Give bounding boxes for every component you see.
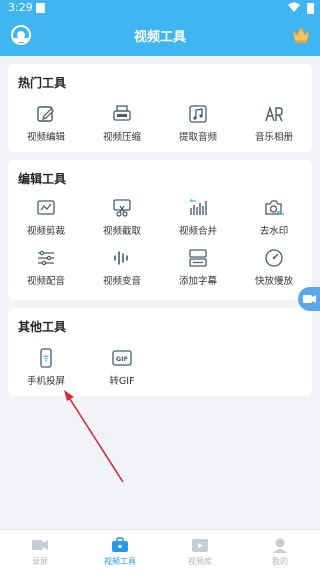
subtitle-icon <box>189 249 207 267</box>
tool-add-subtitle[interactable]: 添加字幕 <box>160 248 236 298</box>
crop-icon <box>37 200 55 215</box>
crown-icon[interactable] <box>290 24 312 46</box>
tab-video-library[interactable]: 视频库 <box>160 530 240 570</box>
battery-icon <box>307 3 314 14</box>
status-time: 3:29 <box>8 1 33 14</box>
tool-label: 视频剪裁 <box>26 226 65 237</box>
tool-video-dubbing[interactable]: 视频配音 <box>8 248 84 298</box>
tool-screen-cast[interactable]: 手机投屏 <box>8 348 84 398</box>
status-bar: 3:29 <box>0 0 320 16</box>
tool-label: 转GIF <box>109 376 135 387</box>
tool-convert-gif[interactable]: GIF 转GIF <box>84 348 160 398</box>
tool-video-compress[interactable]: 视频压缩 <box>84 104 160 154</box>
tool-label: 视频变音 <box>102 276 141 287</box>
tab-label: 录屏 <box>32 557 48 566</box>
scissors-icon <box>113 199 131 217</box>
tool-label: 视频压缩 <box>102 132 141 143</box>
tool-video-edit[interactable]: 视频编辑 <box>8 104 84 154</box>
remove-watermark-icon <box>265 200 284 215</box>
wifi-icon <box>288 2 300 12</box>
other-tools-card: 其他工具 手机投屏 GIF 转GIF <box>8 308 312 396</box>
toolbox-icon <box>112 537 128 552</box>
tool-label: 视频合并 <box>178 226 217 237</box>
merge-icon <box>189 199 207 215</box>
bottom-tab-bar: 录屏 视频工具 视频库 我的 <box>0 529 320 570</box>
hot-tools-card: 热门工具 视频编辑 视频压缩 提取音频 音乐相册 <box>8 64 312 152</box>
tool-video-trim[interactable]: 视频截取 <box>84 198 160 248</box>
tool-label: 快放慢放 <box>254 276 293 287</box>
tab-label: 我的 <box>272 557 288 566</box>
tab-video-tools[interactable]: 视频工具 <box>80 530 160 570</box>
tab-label: 视频库 <box>188 557 212 566</box>
tool-remove-watermark[interactable]: 去水印 <box>236 198 312 248</box>
tool-extract-audio[interactable]: 提取音频 <box>160 104 236 154</box>
gif-badge: GIF <box>116 355 128 363</box>
tool-label: 提取音频 <box>178 132 217 143</box>
extract-audio-icon <box>189 105 207 123</box>
section-title-other: 其他工具 <box>18 320 67 334</box>
floating-record-button[interactable] <box>298 287 320 311</box>
tool-label: 手机投屏 <box>26 376 65 387</box>
tool-label: 视频配音 <box>26 276 65 287</box>
page-title: 视频工具 <box>133 30 186 45</box>
tool-label: 去水印 <box>259 226 289 237</box>
tool-video-merge[interactable]: 视频合并 <box>160 198 236 248</box>
gif-icon: GIF <box>112 350 132 366</box>
video-library-icon <box>192 539 208 552</box>
speed-icon <box>265 249 283 267</box>
tool-music-album[interactable]: 音乐相册 <box>236 104 312 154</box>
tool-label: 音乐相册 <box>254 132 293 143</box>
sim-icon <box>36 3 45 13</box>
section-title-hot: 热门工具 <box>18 76 67 90</box>
tab-label: 视频工具 <box>104 557 136 566</box>
tool-label: 视频编辑 <box>26 132 65 143</box>
record-icon <box>32 540 48 550</box>
edit-tools-card: 编辑工具 视频剪裁 视频截取 视频合并 去水印 视频配音 视频变音 添加字幕 快… <box>8 160 312 300</box>
video-compress-icon <box>113 105 131 121</box>
video-edit-icon <box>37 106 54 122</box>
video-camera-icon <box>303 295 316 303</box>
tool-video-crop[interactable]: 视频剪裁 <box>8 198 84 248</box>
profile-icon <box>273 538 287 553</box>
tab-record[interactable]: 录屏 <box>0 530 80 570</box>
music-album-icon <box>265 105 283 122</box>
section-title-edit: 编辑工具 <box>18 172 67 186</box>
voice-change-icon <box>114 251 128 265</box>
tool-label: 视频截取 <box>102 226 141 237</box>
tool-label: 添加字幕 <box>178 276 217 287</box>
screen-cast-icon <box>40 348 52 368</box>
tab-profile[interactable]: 我的 <box>240 530 320 570</box>
app-header: 视频工具 <box>0 16 320 56</box>
tool-voice-change[interactable]: 视频变音 <box>84 248 160 298</box>
dubbing-icon <box>38 250 54 266</box>
